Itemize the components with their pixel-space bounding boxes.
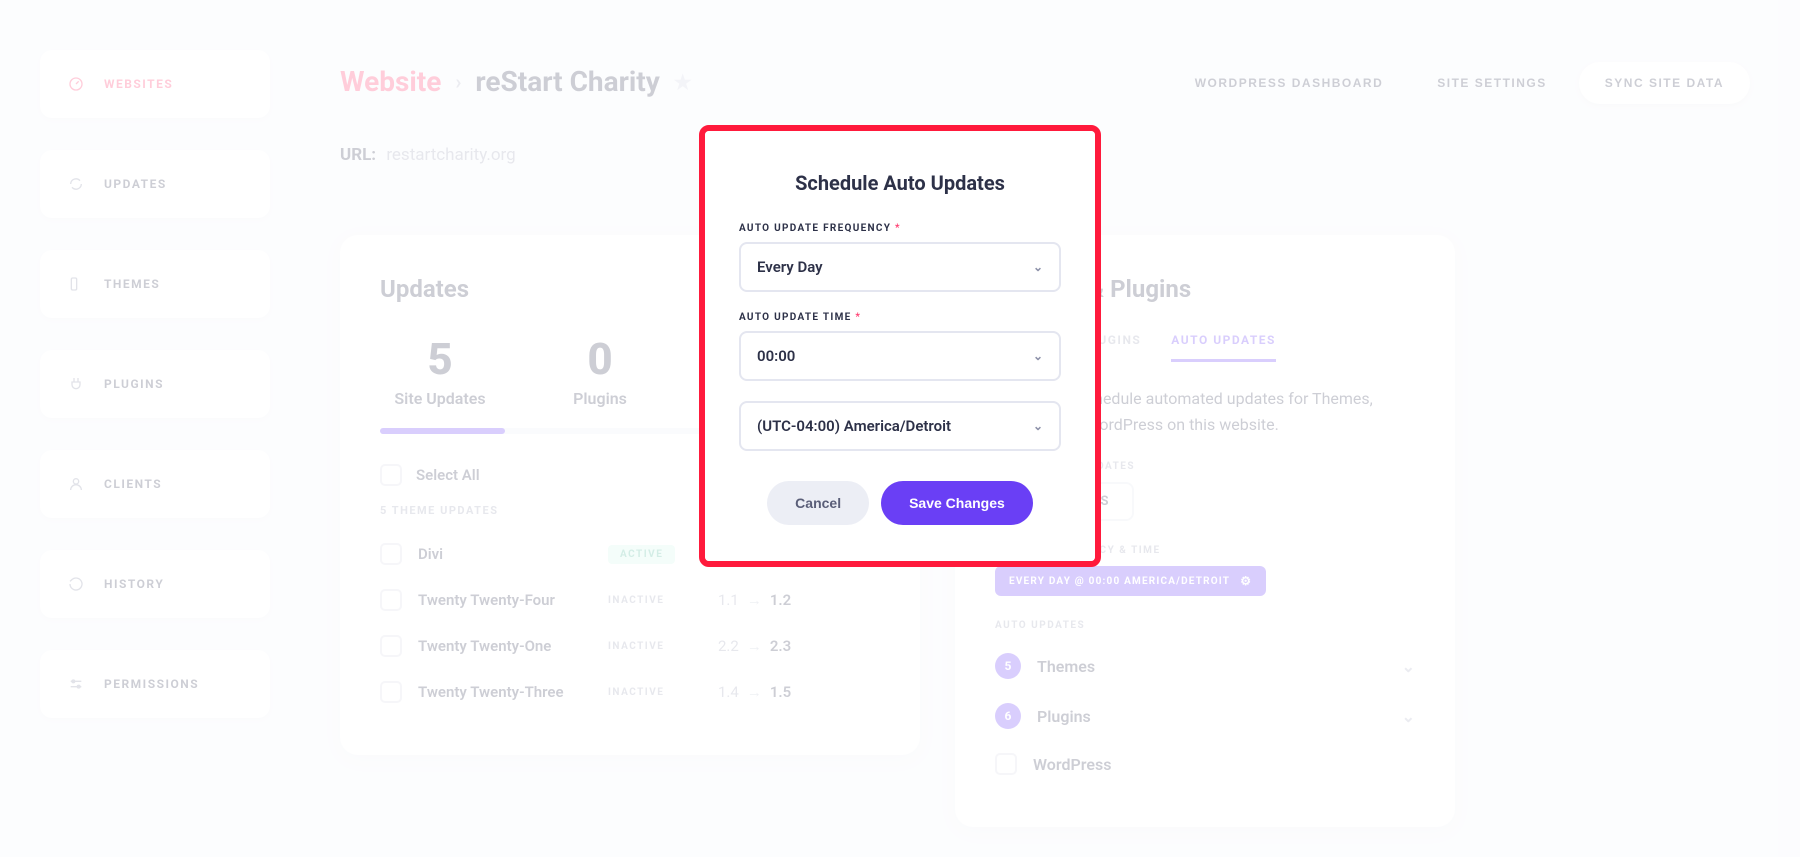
cancel-button[interactable]: Cancel — [767, 481, 869, 525]
modal-overlay[interactable]: Schedule Auto Updates Auto Update Freque… — [0, 0, 1800, 857]
chevron-down-icon: ⌄ — [1033, 349, 1043, 363]
timezone-select[interactable]: (UTC-04:00) America/Detroit ⌄ — [739, 401, 1061, 451]
time-field-label: Auto Update Time * — [739, 312, 1061, 323]
chevron-down-icon: ⌄ — [1033, 260, 1043, 274]
schedule-auto-updates-modal: Schedule Auto Updates Auto Update Freque… — [705, 131, 1095, 561]
chevron-down-icon: ⌄ — [1033, 419, 1043, 433]
frequency-select[interactable]: Every Day ⌄ — [739, 242, 1061, 292]
modal-highlight-border: Schedule Auto Updates Auto Update Freque… — [699, 125, 1101, 567]
time-select[interactable]: 00:00 ⌄ — [739, 331, 1061, 381]
modal-title: Schedule Auto Updates — [739, 171, 1061, 195]
save-changes-button[interactable]: Save Changes — [881, 481, 1033, 525]
frequency-field-label: Auto Update Frequency * — [739, 223, 1061, 234]
